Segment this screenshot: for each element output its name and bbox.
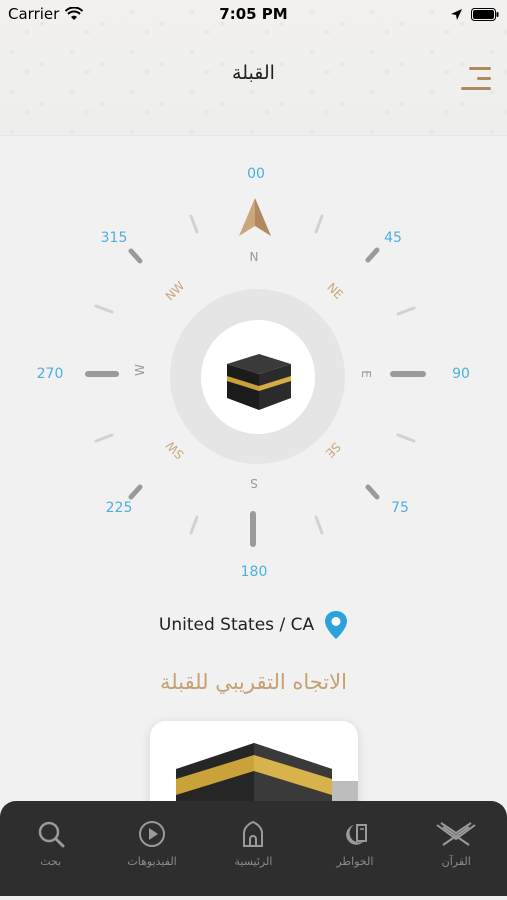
direction-label-s: S [250,476,258,490]
menu-line [461,87,491,90]
tab-quran[interactable]: القرآن [406,801,506,868]
tab-label: بحث [40,855,62,868]
compass-center [201,320,315,434]
tab-label: القرآن [441,855,471,868]
degree-label-75: 75 [391,500,409,516]
search-icon [38,821,65,848]
tab-reflections[interactable]: الخواطر [305,801,405,868]
direction-label-n: N [249,250,259,264]
play-icon [139,821,166,847]
direction-label-e: E [359,370,373,378]
north-arrow-icon [239,198,271,236]
direction-label-w: W [133,364,147,376]
tab-search[interactable]: بحث [1,801,101,868]
degree-label-180: 180 [240,564,268,580]
main-content: 00 45 90 75 180 225 270 315 N NE E SE S … [0,136,507,831]
tab-label: الفيديوهات [127,855,177,868]
qibla-compass: 00 45 90 75 180 225 270 315 N NE E SE S … [0,136,507,606]
crescent-book-icon [346,824,367,845]
status-time: 7:05 PM [219,5,288,23]
approximate-direction-title: الاتجاه التقريبي للقبلة [160,670,347,694]
tab-label: الرئيسية [234,855,273,868]
degree-label-45: 45 [384,230,402,246]
page-title: القبلة [232,62,275,84]
map-pin-icon[interactable] [324,610,348,640]
location-text: United States / CA [158,615,315,635]
degree-label-315: 315 [100,230,128,246]
tab-label: الخواطر [336,855,374,868]
tab-bar: بحث الفيديوهات الرئيسية الخواطر القرآن [0,801,507,896]
quran-stand-icon [436,822,476,846]
degree-label-270: 270 [36,366,64,382]
menu-line [477,77,491,80]
degree-label-225: 225 [105,500,133,516]
kaaba-icon [227,354,291,410]
degree-label-00: 00 [247,166,265,182]
menu-line [469,67,491,70]
tab-videos[interactable]: الفيديوهات [102,801,202,868]
tab-home[interactable]: الرئيسية [203,801,303,868]
status-bar: Carrier 7:05 PM [0,0,507,28]
menu-button[interactable] [455,65,491,93]
degree-label-90: 90 [452,366,470,382]
location-row: United States / CA [0,610,507,640]
mosque-icon [243,820,264,847]
